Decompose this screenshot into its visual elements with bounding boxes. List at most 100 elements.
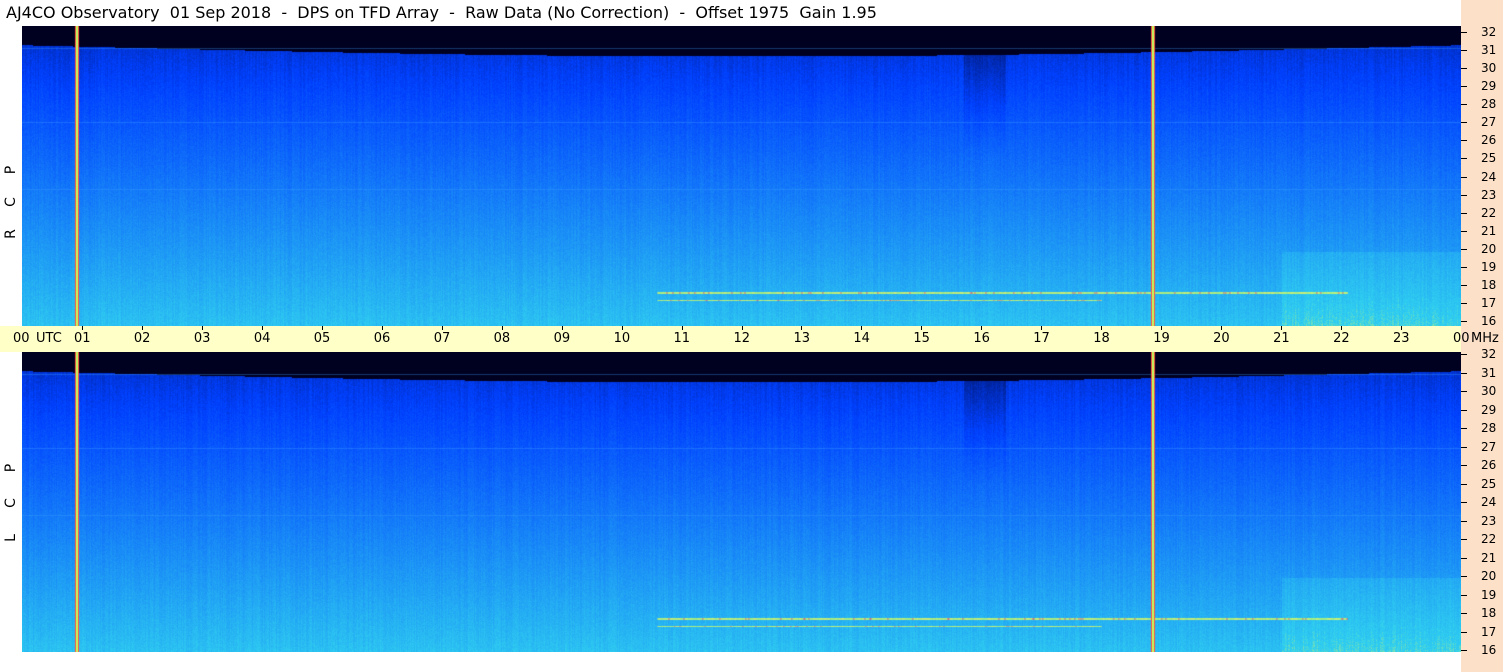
time-tick-label: 00 bbox=[1453, 331, 1470, 346]
frequency-tick bbox=[1461, 484, 1467, 485]
time-tick bbox=[202, 326, 203, 330]
frequency-tick bbox=[1461, 32, 1467, 33]
frequency-tick-label: 20 bbox=[1481, 569, 1497, 583]
frequency-tick bbox=[1461, 321, 1467, 322]
lcp-letter-l: L bbox=[3, 534, 19, 542]
time-tick-label: 22 bbox=[1333, 331, 1350, 346]
time-tick bbox=[1341, 326, 1342, 330]
frequency-tick-label: 30 bbox=[1481, 61, 1497, 76]
frequency-tick bbox=[1461, 231, 1467, 232]
frequency-tick bbox=[1461, 354, 1467, 355]
frequency-tick bbox=[1461, 391, 1467, 392]
rcp-letter-c: C bbox=[3, 197, 19, 207]
time-tick bbox=[861, 326, 862, 330]
frequency-tick bbox=[1461, 613, 1467, 614]
time-tick bbox=[742, 326, 743, 330]
frequency-tick bbox=[1461, 521, 1467, 522]
time-tick-label: 01 bbox=[73, 331, 91, 346]
time-tick-label: 23 bbox=[1393, 331, 1410, 346]
frequency-tick bbox=[1461, 576, 1467, 577]
time-tick bbox=[1041, 326, 1042, 330]
time-tick-label: 09 bbox=[553, 331, 571, 346]
frequency-tick bbox=[1461, 373, 1467, 374]
time-tick-label: 19 bbox=[1153, 331, 1170, 346]
frequency-tick bbox=[1461, 249, 1467, 250]
frequency-tick bbox=[1461, 303, 1467, 304]
frequency-tick bbox=[1461, 86, 1467, 87]
frequency-tick-label: 21 bbox=[1481, 223, 1497, 238]
frequency-tick-label: 27 bbox=[1481, 115, 1497, 130]
frequency-tick-label: 22 bbox=[1481, 532, 1497, 546]
frequency-tick bbox=[1461, 595, 1467, 596]
frequency-tick bbox=[1461, 650, 1467, 651]
lcp-letter-c: C bbox=[3, 498, 19, 508]
frequency-tick bbox=[1461, 502, 1467, 503]
frequency-unit-label: MHz bbox=[1471, 331, 1499, 346]
frequency-tick-label: 29 bbox=[1481, 79, 1497, 94]
frequency-tick bbox=[1461, 558, 1467, 559]
frequency-tick bbox=[1461, 428, 1467, 429]
time-tick-label: 08 bbox=[493, 331, 511, 346]
frequency-tick bbox=[1461, 267, 1467, 268]
time-tick-label: 18 bbox=[1093, 331, 1110, 346]
frequency-tick-label: 24 bbox=[1481, 169, 1497, 184]
lcp-label-strip: P C L bbox=[0, 352, 22, 652]
frequency-tick-label: 23 bbox=[1481, 513, 1497, 528]
frequency-tick-label: 20 bbox=[1481, 241, 1497, 256]
frequency-tick-label: 30 bbox=[1481, 384, 1497, 398]
frequency-tick-label: 19 bbox=[1481, 259, 1497, 274]
time-tick-label: 10 bbox=[613, 331, 631, 346]
time-tick bbox=[1281, 326, 1282, 330]
frequency-tick-label: 29 bbox=[1481, 402, 1497, 417]
time-tick bbox=[1101, 326, 1102, 330]
frequency-tick-label: 25 bbox=[1481, 151, 1497, 166]
lcp-letter-p: P bbox=[3, 463, 19, 473]
time-unit-label: UTC bbox=[36, 331, 62, 346]
time-tick-label: 11 bbox=[673, 331, 691, 346]
frequency-tick bbox=[1461, 68, 1467, 69]
frequency-tick bbox=[1461, 632, 1467, 633]
time-tick-label: 16 bbox=[973, 331, 990, 346]
frequency-tick bbox=[1461, 285, 1467, 286]
time-tick-label: 05 bbox=[313, 331, 331, 346]
title-bar: AJ4CO Observatory 01 Sep 2018 - DPS on T… bbox=[0, 0, 1461, 26]
frequency-tick-label: 32 bbox=[1481, 347, 1497, 361]
frequency-tick bbox=[1461, 195, 1467, 196]
frequency-tick bbox=[1461, 465, 1467, 466]
time-tick-label: 02 bbox=[133, 331, 151, 346]
time-tick bbox=[921, 326, 922, 330]
frequency-tick-label: 18 bbox=[1481, 277, 1497, 292]
time-tick bbox=[382, 326, 383, 330]
time-tick bbox=[142, 326, 143, 330]
time-tick-label: 21 bbox=[1273, 331, 1290, 346]
lcp-heatmap-canvas bbox=[22, 352, 1461, 652]
time-tick-label: 20 bbox=[1213, 331, 1230, 346]
time-tick bbox=[1221, 326, 1222, 330]
time-tick bbox=[1401, 326, 1402, 330]
frequency-tick-label: 27 bbox=[1481, 439, 1497, 454]
time-tick bbox=[82, 326, 83, 330]
rcp-letter-r: R bbox=[3, 229, 19, 239]
frequency-tick-label: 23 bbox=[1481, 187, 1497, 202]
time-tick-label: 00 bbox=[13, 331, 30, 346]
frequency-tick-label: 28 bbox=[1481, 97, 1497, 112]
frequency-tick-label: 26 bbox=[1481, 133, 1497, 148]
time-tick-label: 04 bbox=[253, 331, 271, 346]
frequency-tick bbox=[1461, 140, 1467, 141]
time-tick-label: 14 bbox=[853, 331, 870, 346]
rcp-letter-p: P bbox=[3, 165, 19, 175]
time-tick bbox=[622, 326, 623, 330]
time-tick bbox=[262, 326, 263, 330]
frequency-tick bbox=[1461, 104, 1467, 105]
time-axis: 00 UTC 01 02 03 04 05 06 07 08 09 10 11 12 13 14 15 16 17 1… bbox=[0, 326, 1499, 352]
time-tick-label: 06 bbox=[373, 331, 391, 346]
frequency-tick-label: 25 bbox=[1481, 476, 1497, 491]
chart-title: AJ4CO Observatory 01 Sep 2018 - DPS on T… bbox=[6, 3, 877, 22]
rcp-spectrogram bbox=[22, 26, 1461, 326]
frequency-tick-label: 21 bbox=[1481, 550, 1497, 565]
frequency-tick bbox=[1461, 50, 1467, 51]
time-tick bbox=[562, 326, 563, 330]
rcp-heatmap-canvas bbox=[22, 26, 1461, 326]
time-tick-label: 07 bbox=[433, 331, 451, 346]
time-tick-label: 12 bbox=[733, 331, 751, 346]
